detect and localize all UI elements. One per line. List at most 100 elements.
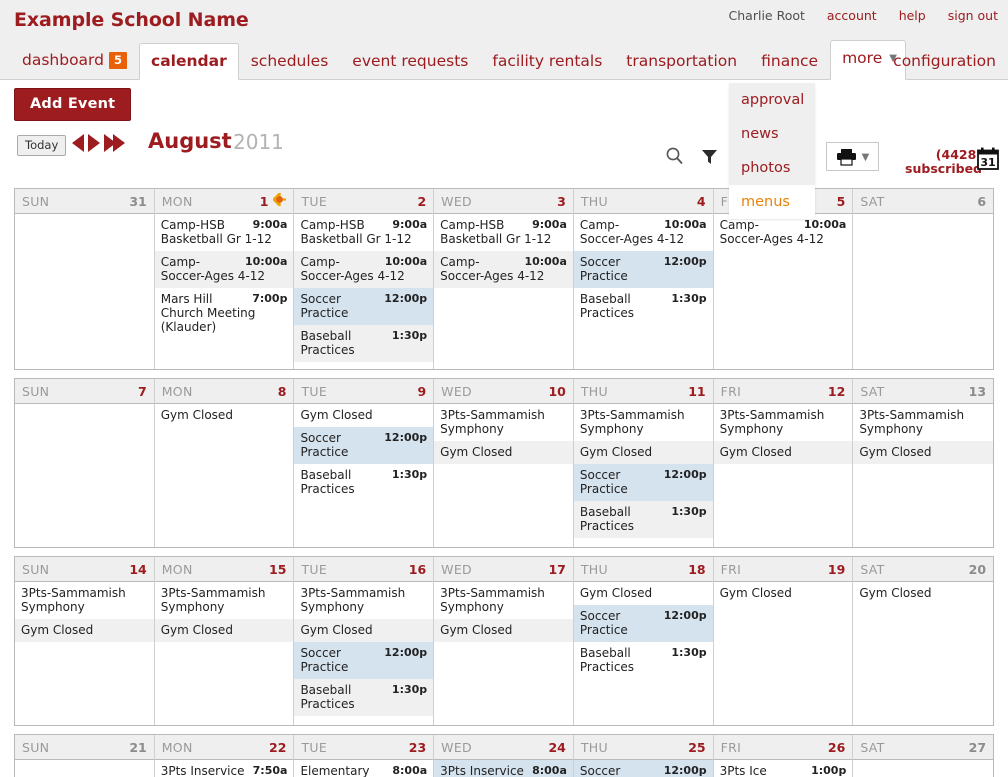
day-cell-24[interactable]: WED 24 8:00a3Pts Inservice - Classrooms	[434, 735, 574, 777]
calendar-event[interactable]: Gym Closed	[713, 441, 853, 464]
calendar-event[interactable]: 8:00aElementary In-Service-at 3PTS	[294, 760, 433, 777]
calendar-event[interactable]: 12:00pSoccer Practice	[573, 605, 713, 642]
calendar-event[interactable]: 12:00pSoccer Practice	[294, 642, 434, 679]
add-event-button[interactable]: Add Event	[14, 88, 132, 121]
calendar-event[interactable]: 10:00a Camp-Soccer-Ages 4-12	[294, 251, 434, 288]
calendar-event[interactable]: 10:00a Camp-Soccer-Ages 4-12	[574, 214, 713, 251]
calendar-event[interactable]: Gym Closed	[294, 619, 434, 642]
prev-month-icon[interactable]	[72, 134, 84, 152]
calendar-event[interactable]: 1:30p Baseball Practices	[294, 464, 433, 501]
calendar-subscribe-icon[interactable]: 31	[977, 147, 999, 174]
calendar-event[interactable]: 3Pts-Sammamish Symphony	[853, 404, 993, 441]
tab-finance[interactable]: finance	[749, 43, 830, 79]
day-cell-10[interactable]: WED 10 3Pts-Sammamish Symphony Gym Closed	[434, 379, 574, 547]
day-cell-23[interactable]: TUE 23 8:00aElementary In-Service-at 3PTS	[294, 735, 435, 777]
calendar-event[interactable]: 10:00a Camp-Soccer-Ages 4-12	[434, 251, 573, 288]
calendar-event[interactable]: 3Pts-Sammamish Symphony	[15, 582, 154, 619]
calendar-event[interactable]: 1:30p Baseball Practices	[573, 501, 713, 538]
calendar-event[interactable]: Gym Closed	[853, 582, 993, 605]
calendar-event[interactable]: Gym Closed	[434, 619, 573, 642]
day-cell-21[interactable]: SUN 21	[15, 735, 155, 777]
calendar-event[interactable]: 1:30p Baseball Practices	[294, 325, 434, 362]
print-button[interactable]: ▼	[826, 142, 879, 171]
day-cell-7[interactable]: SUN 7	[15, 379, 155, 547]
calendar-event[interactable]: 3Pts-Sammamish Symphony	[434, 582, 573, 619]
calendar-event[interactable]: 12:00pSoccer Practice	[294, 288, 434, 325]
day-cell-8[interactable]: MON 8 Gym Closed	[154, 379, 295, 547]
calendar-event[interactable]: 7:50a 3Pts Inservice	[155, 760, 294, 777]
menu-item-menus[interactable]: menus	[729, 185, 815, 219]
day-cell-11[interactable]: THU 11 3Pts-Sammamish Symphony Gym Closed 12…	[573, 379, 714, 547]
day-cell-16[interactable]: TUE 16 3Pts-Sammamish Symphony Gym Closed 12…	[294, 557, 435, 725]
today-button[interactable]: Today	[17, 135, 67, 156]
calendar-event[interactable]: 12:00pSoccer Practice	[294, 427, 434, 464]
day-cell-9[interactable]: TUE 9 Gym Closed 12:00p Soccer Practice 1:30p…	[294, 379, 435, 547]
calendar-event[interactable]: Gym Closed	[294, 404, 433, 427]
day-cell-17[interactable]: WED 17 3Pts-Sammamish Symphony Gym Closed	[434, 557, 574, 725]
calendar-event[interactable]: 3Pts-Sammamish Symphony	[714, 404, 853, 441]
account-link[interactable]: account	[827, 8, 877, 23]
calendar-event[interactable]: 3Pts-Sammamish Symphony	[294, 582, 433, 619]
day-cell-2[interactable]: TUE 2 9:00a Camp-HSB Basketball Gr 1-12 10:0…	[294, 189, 435, 369]
tab-facility-rentals[interactable]: facility rentals	[480, 43, 614, 79]
day-cell-4[interactable]: THU 4 10:00a Camp-Soccer-Ages 4-12 12:00p Soc…	[573, 189, 714, 369]
day-cell-13[interactable]: SAT 13 3Pts-Sammamish Symphony Gym Closed	[853, 379, 994, 547]
day-cell-1[interactable]: MON 1 9:00a Camp-HSB Basketball Gr 1-12 10:0…	[154, 189, 295, 369]
funnel-filter-icon[interactable]	[700, 147, 719, 170]
calendar-event[interactable]: Gym Closed	[155, 404, 294, 427]
day-cell-22[interactable]: MON 22 7:50a 3Pts Inservice	[154, 735, 295, 777]
calendar-event[interactable]: Gym Closed	[154, 619, 294, 642]
help-link[interactable]: help	[899, 8, 926, 23]
tab-transportation[interactable]: transportation	[614, 43, 749, 79]
day-cell-14[interactable]: SUN 14 3Pts-Sammamish Symphony Gym Closed	[15, 557, 155, 725]
tab-calendar[interactable]: calendar	[139, 43, 239, 80]
day-cell-26[interactable]: FRI 26 1:00p3Pts Ice Cream Social	[713, 735, 854, 777]
calendar-event[interactable]: Gym Closed	[574, 582, 713, 605]
day-cell-31[interactable]: SUN 31	[15, 189, 155, 369]
calendar-event[interactable]: 1:30p Baseball Practices	[294, 679, 434, 716]
calendar-app: Example School Name Charlie Root account…	[0, 0, 1008, 777]
calendar-event[interactable]: 7:00p Mars Hill Church Meeting (Klauder)	[155, 288, 294, 339]
calendar-event[interactable]: 1:30p Baseball Practices	[574, 642, 713, 679]
calendar-event[interactable]: 9:00a Camp-HSB Basketball Gr 1-12	[294, 214, 433, 251]
day-cell-15[interactable]: MON 15 3Pts-Sammamish Symphony Gym Closed	[154, 557, 295, 725]
day-cell-27[interactable]: SAT 27	[853, 735, 994, 777]
menu-item-news[interactable]: news	[729, 117, 815, 151]
search-icon[interactable]	[665, 146, 685, 170]
next-month-icon[interactable]	[88, 134, 100, 152]
calendar-event[interactable]: 3Pts-Sammamish Symphony	[434, 404, 573, 441]
day-cell-25[interactable]: THU 25 12:00pSoccer Practice	[573, 735, 714, 777]
calendar-event[interactable]: 10:00a Camp-Soccer-Ages 4-12	[154, 251, 294, 288]
sign-out-link[interactable]: sign out	[948, 8, 998, 23]
fast-forward-icon[interactable]	[104, 134, 126, 152]
configuration-link[interactable]: configuration	[893, 52, 996, 70]
tab-event-requests[interactable]: event requests	[340, 43, 480, 79]
calendar-event[interactable]: 9:00a Camp-HSB Basketball Gr 1-12	[155, 214, 294, 251]
calendar-event[interactable]: 12:00pSoccer Practice	[573, 251, 713, 288]
calendar-event[interactable]: Gym Closed	[15, 619, 154, 642]
day-cell-6[interactable]: SAT 6	[853, 189, 994, 369]
day-cell-12[interactable]: FRI 12 3Pts-Sammamish Symphony Gym Closed	[713, 379, 854, 547]
menu-item-approval[interactable]: approval	[729, 83, 815, 117]
day-cell-18[interactable]: THU 18 Gym Closed 12:00p Soccer Practice 1:30…	[573, 557, 714, 725]
menu-item-photos[interactable]: photos	[729, 151, 815, 185]
calendar-event[interactable]: 8:00a3Pts Inservice - Classrooms	[434, 760, 573, 777]
calendar-event[interactable]: Gym Closed	[434, 441, 573, 464]
calendar-event[interactable]: 1:00p3Pts Ice Cream Social	[714, 760, 853, 777]
calendar-event[interactable]: 1:30p Baseball Practices	[574, 288, 713, 325]
tab-dashboard[interactable]: dashboard 5	[10, 42, 139, 79]
calendar-event[interactable]: 3Pts-Sammamish Symphony	[574, 404, 713, 441]
calendar-event[interactable]: Gym Closed	[853, 441, 994, 464]
calendar-event[interactable]: 12:00pSoccer Practice	[573, 760, 713, 777]
calendar-event[interactable]: 9:00a Camp-HSB Basketball Gr 1-12	[434, 214, 573, 251]
day-cell-20[interactable]: SAT 20 Gym Closed	[853, 557, 994, 725]
calendar-event[interactable]: Gym Closed	[714, 582, 853, 605]
calendar-event[interactable]: Gym Closed	[573, 441, 713, 464]
calendar-event[interactable]: 12:00pSoccer Practice	[573, 464, 713, 501]
day-cell-3[interactable]: WED 3 9:00a Camp-HSB Basketball Gr 1-12 10:0…	[434, 189, 574, 369]
subscribed-status[interactable]: (4428) subscribed	[900, 148, 982, 176]
calendar-event[interactable]: 3Pts-Sammamish Symphony	[155, 582, 294, 619]
tab-schedules[interactable]: schedules	[239, 43, 341, 79]
day-cell-19[interactable]: FRI 19 Gym Closed	[713, 557, 854, 725]
calendar-event[interactable]: 10:00a Camp-Soccer-Ages 4-12	[714, 214, 853, 251]
